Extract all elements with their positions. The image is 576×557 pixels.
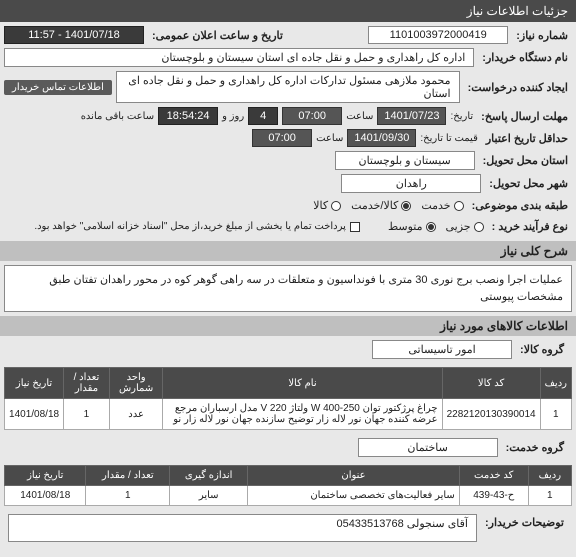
buyer-label: نام دستگاه خریدار: (478, 49, 572, 66)
cell-idx: 1 (540, 399, 571, 430)
remaining-days: 4 (248, 107, 278, 125)
time-label-2: ساعت (316, 133, 343, 144)
city-value: راهدان (341, 174, 481, 193)
city-label: شهر محل تحویل: (485, 175, 572, 192)
general-desc-header: شرح کلی نیاز (0, 241, 576, 261)
radio-medium[interactable]: متوسط (388, 220, 436, 233)
items-header: اطلاعات کالاهای مورد نیاز (0, 316, 576, 336)
cell-date: 1401/08/18 (5, 486, 86, 506)
contact-info-pill[interactable]: اطلاعات تماس خریدار (4, 80, 112, 95)
page-header: جزئیات اطلاعات نیاز (0, 0, 576, 22)
announce-value: 1401/07/18 - 11:57 (4, 26, 144, 44)
goods-th-name: نام کالا (163, 368, 442, 399)
payment-note: پرداخت تمام یا بخشی از مبلغ خرید،از محل … (34, 221, 346, 232)
radio-goods-service[interactable]: کالا/خدمت (351, 199, 411, 212)
purchase-type-label: نوع فرآیند خرید : (488, 218, 572, 235)
notes-label: توضیحات خریدار: (481, 514, 568, 531)
time-label-1: ساعت (346, 111, 373, 122)
cell-title: سایر فعالیت‌های تخصصی ساختمان (248, 486, 460, 506)
creator-label: ایجاد کننده درخواست: (464, 79, 572, 96)
validity-time: 07:00 (252, 129, 312, 147)
table-row: 1 ح-43-439 سایر فعالیت‌های تخصصی ساختمان… (5, 486, 572, 506)
general-desc-box: عملیات اجرا ونصب برج نوری 30 متری با فون… (4, 265, 572, 312)
deadline-label: مهلت ارسال پاسخ: (477, 108, 572, 125)
radio-small[interactable]: جزیی (446, 220, 484, 233)
goods-th-code: کد کالا (442, 368, 540, 399)
goods-th-unit: واحد شمارش (109, 368, 163, 399)
validity-date: 1401/09/30 (347, 129, 416, 147)
cell-qty: 1 (64, 399, 110, 430)
service-th-measure: اندازه گیری (170, 466, 248, 486)
service-th-date: تاریخ نیاز (5, 466, 86, 486)
day-and-label: روز و (222, 111, 244, 122)
validity-label: حداقل تاریخ اعتبار (482, 130, 572, 147)
goods-table: ردیف کد کالا نام کالا واحد شمارش تعداد /… (4, 367, 572, 430)
cell-idx: 1 (528, 486, 571, 506)
cell-date: 1401/08/18 (5, 399, 64, 430)
cell-qty: 1 (86, 486, 170, 506)
cell-unit: عدد (109, 399, 163, 430)
goods-th-qty: تعداد / مقدار (64, 368, 110, 399)
province-label: استان محل تحویل: (479, 152, 572, 169)
need-number-value: 1101003972000419 (368, 26, 508, 44)
creator-value: محمود ملازهی مسئول تدارکات اداره کل راهد… (116, 71, 460, 103)
category-label: طبقه بندی موضوعی: (468, 197, 572, 214)
goods-th-idx: ردیف (540, 368, 571, 399)
service-th-qty: تعداد / مقدار (86, 466, 170, 486)
buyer-value: اداره کل راهداری و حمل و نقل جاده ای است… (4, 48, 474, 67)
purchase-type-radio-group: جزیی متوسط (388, 220, 484, 233)
notes-value: آقای سنجولی 05433513768 (8, 514, 477, 542)
deadline-date-label: تاریخ: (450, 111, 473, 122)
cell-code: 2282120130390014 (442, 399, 540, 430)
deadline-date: 1401/07/23 (377, 107, 446, 125)
announce-label: تاریخ و ساعت اعلان عمومی: (148, 27, 287, 44)
goods-group-label: گروه کالا: (516, 341, 568, 358)
cell-measure: سایر (170, 486, 248, 506)
need-number-label: شماره نیاز: (512, 27, 572, 44)
goods-group-value: امور تاسیساتی (372, 340, 512, 359)
remaining-time: 18:54:24 (158, 107, 218, 125)
province-value: سیستان و بلوچستان (335, 151, 475, 170)
payment-checkbox[interactable] (350, 222, 360, 232)
goods-th-date: تاریخ نیاز (5, 368, 64, 399)
remaining-label: ساعت باقی مانده (81, 111, 154, 122)
service-th-code: کد خدمت (459, 466, 528, 486)
service-group-label: گروه خدمت: (502, 439, 568, 456)
validity-label2: قیمت تا تاریخ: (420, 133, 477, 144)
deadline-time: 07:00 (282, 107, 342, 125)
table-row: 1 2282120130390014 چراغ پرژکتور توان W 4… (5, 399, 572, 430)
radio-service[interactable]: خدمت (421, 199, 463, 212)
cell-code: ح-43-439 (459, 486, 528, 506)
radio-goods[interactable]: کالا (313, 199, 341, 212)
service-th-title: عنوان (248, 466, 460, 486)
service-table: ردیف کد خدمت عنوان اندازه گیری تعداد / م… (4, 465, 572, 506)
category-radio-group: خدمت کالا/خدمت کالا (313, 199, 463, 212)
cell-name: چراغ پرژکتور توان W 400-250 ولتاژ V 220 … (163, 399, 442, 430)
service-th-idx: ردیف (528, 466, 571, 486)
service-group-value: ساختمان (358, 438, 498, 457)
